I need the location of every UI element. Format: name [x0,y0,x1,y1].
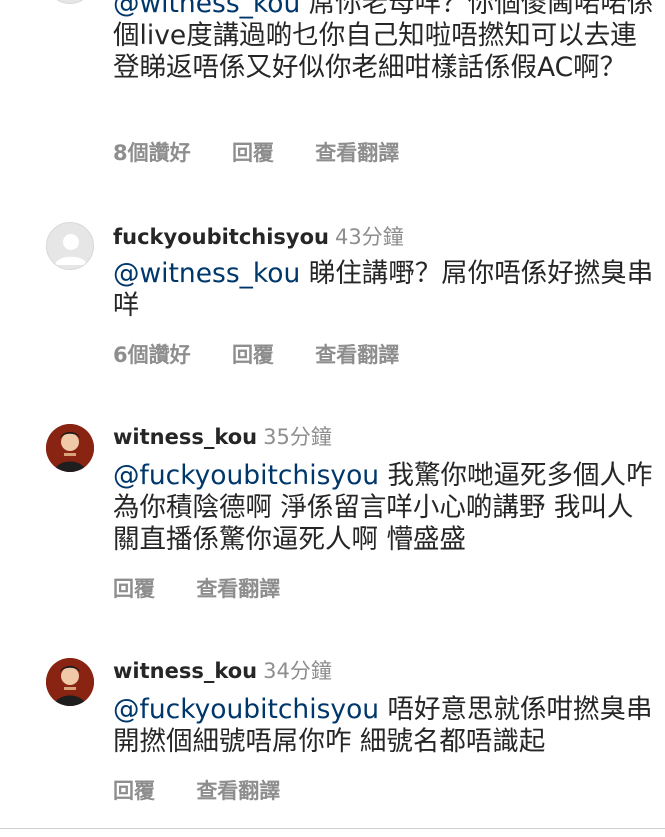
timestamp: 43分鐘 [335,225,404,249]
mention-link[interactable]: @witness_kou [113,0,300,19]
default-avatar-icon [55,234,87,265]
comment-actions: 8個讚好 回覆 查看翻譯 [113,137,433,167]
mention-link[interactable]: @witness_kou [113,258,300,289]
mention-link[interactable]: @fuckyoubitchisyou [113,460,379,491]
timestamp: 34分鐘 [263,659,332,683]
like-count[interactable]: 6個讚好 [113,343,191,367]
comment-header: fuckyoubitchisyou 43分鐘 [113,222,404,252]
timestamp: 35分鐘 [263,425,332,449]
avatar[interactable] [46,0,94,4]
profile-photo-icon [46,424,94,472]
profile-photo-icon [46,658,94,706]
reply-button[interactable]: 回覆 [232,141,274,165]
username[interactable]: witness_kou [113,659,257,683]
username[interactable]: fuckyoubitchisyou [113,225,329,249]
reply-button[interactable]: 回覆 [232,343,274,367]
mention-link[interactable]: @fuckyoubitchisyou [113,694,379,725]
reply-button[interactable]: 回覆 [113,779,155,803]
comment-actions: 回覆 查看翻譯 [113,573,314,603]
username[interactable]: witness_kou [113,425,257,449]
divider [0,828,665,829]
translate-button[interactable]: 查看翻譯 [196,577,280,601]
avatar[interactable] [46,222,94,270]
comment-text: @witness_kou 睇住講嘢？屌你唔係好撚臭串咩 [113,258,654,321]
avatar[interactable] [46,424,94,472]
comment-actions: 回覆 查看翻譯 [113,775,314,805]
comment-text: @fuckyoubitchisyou 我驚你哋逼死多個人咋 為你積陰德啊 淨係留… [113,460,653,555]
comment-header: witness_kou 34分鐘 [113,656,332,686]
comment-text: @fuckyoubitchisyou 唔好意思就係咁撚臭串 開撚個細號唔屌你咋 … [113,694,653,757]
reply-button[interactable]: 回覆 [113,577,155,601]
avatar[interactable] [46,658,94,706]
like-count[interactable]: 8個讚好 [113,141,191,165]
comment-text: @witness_kou 屌你老母咩？你個傻閪啱啱係個live度講過啲乜你自己知… [113,0,658,84]
comment-header: witness_kou 35分鐘 [113,422,332,452]
translate-button[interactable]: 查看翻譯 [315,141,399,165]
translate-button[interactable]: 查看翻譯 [196,779,280,803]
comment-actions: 6個讚好 回覆 查看翻譯 [113,339,433,369]
translate-button[interactable]: 查看翻譯 [315,343,399,367]
